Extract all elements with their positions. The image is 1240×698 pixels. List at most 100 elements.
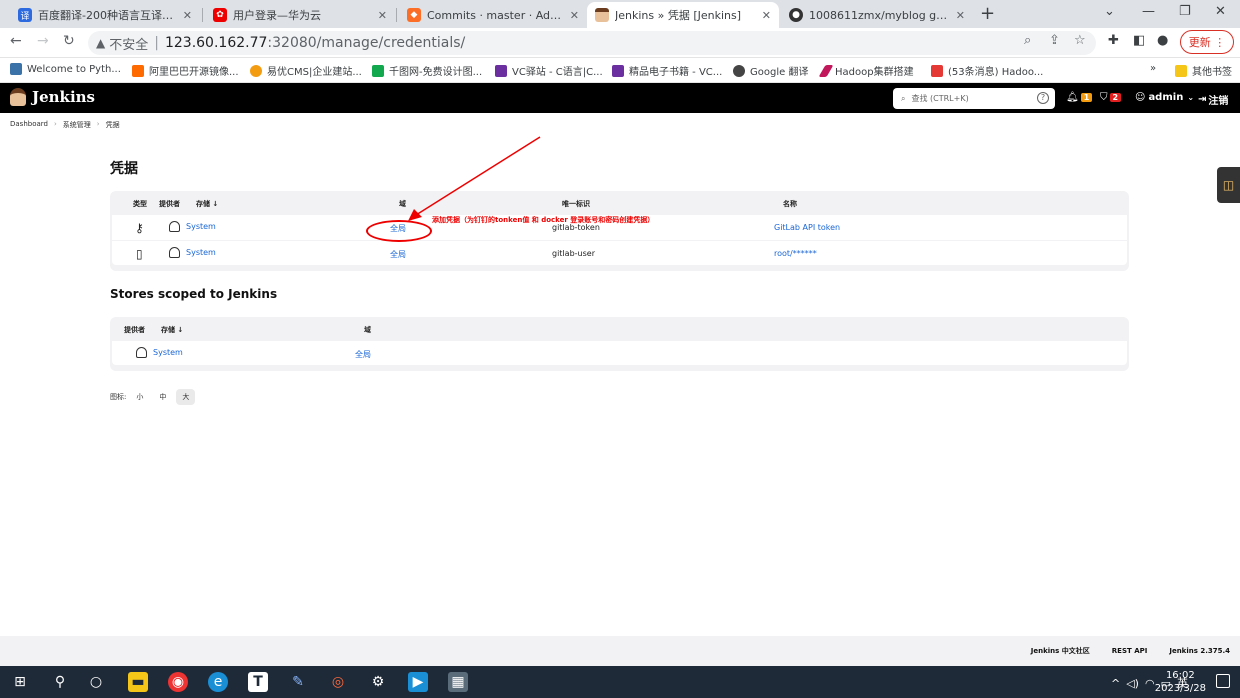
col-store-header[interactable]: 存储 ↓ — [196, 199, 218, 209]
close-tab-icon[interactable]: ✕ — [570, 9, 579, 22]
chevron-up-icon[interactable]: ^ — [1111, 677, 1120, 690]
search-icon[interactable]: ⚲ — [50, 672, 70, 692]
speaker-icon[interactable]: ◁) — [1126, 677, 1139, 690]
close-window-button[interactable]: ✕ — [1215, 4, 1226, 19]
bookmark-item[interactable]: VC驿站 - C语言|C... — [495, 63, 603, 78]
tab-gitlab-commits[interactable]: ◆ Commits · master · Administrat ✕ — [399, 2, 587, 28]
eyoucms-icon — [250, 64, 262, 77]
bookmark-item[interactable]: Welcome to Pyth... — [10, 63, 121, 75]
tab-huawei-cloud[interactable]: ✿ 用户登录—华为云 ✕ — [205, 2, 395, 28]
bookmark-item[interactable]: Hadoop集群搭建 — [818, 63, 914, 78]
file-explorer-icon[interactable]: ▬ — [128, 672, 148, 692]
minimize-button[interactable]: — — [1142, 4, 1155, 19]
clock[interactable]: 16:02 2023/3/28 — [1155, 669, 1206, 695]
table-header: 类型 提供者 存储 ↓ 域 唯一标识 名称 — [110, 191, 1129, 215]
provider-link[interactable]: System — [153, 348, 183, 357]
tab-myblog[interactable]: ● 1008611zmx/myblog general ✕ — [781, 2, 973, 28]
security-button[interactable]: ⛉ 2 — [1100, 92, 1122, 103]
close-tab-icon[interactable]: ✕ — [762, 9, 771, 22]
breadcrumb-credentials[interactable]: 凭据 — [106, 120, 120, 130]
provider-link[interactable]: System — [186, 222, 216, 231]
bookmark-item[interactable]: 精品电子书籍 - VC... — [612, 63, 722, 78]
logout-icon: ⇥ — [1198, 94, 1207, 105]
wifi-icon[interactable]: ◠ — [1145, 677, 1155, 690]
tab-title: 用户登录—华为云 — [233, 9, 321, 22]
warning-triangle-icon: ▲ — [96, 36, 106, 50]
icon-size-large[interactable]: 大 — [176, 389, 196, 405]
tab-jenkins-credentials[interactable]: Jenkins » 凭据 [Jenkins] ✕ — [587, 2, 779, 28]
credential-name-link[interactable]: GitLab API token — [774, 223, 840, 232]
typora-icon[interactable]: T — [248, 672, 268, 692]
provider-link[interactable]: System — [186, 248, 216, 257]
search-box[interactable]: ⌕ 查找 (CTRL+K) ? — [893, 88, 1055, 109]
bookmarks-overflow-icon[interactable]: » — [1150, 63, 1156, 74]
tab-baidu-translate[interactable]: 译 百度翻译-200种语言互译、沟通 ✕ — [10, 2, 200, 28]
notepad-icon[interactable]: ✎ — [288, 672, 308, 692]
tab-title: 百度翻译-200种语言互译、沟通 — [38, 9, 177, 22]
bookmark-label: Google 翻译 — [750, 67, 809, 78]
github-favicon-icon: ● — [789, 8, 803, 22]
close-tab-icon[interactable]: ✕ — [956, 9, 965, 22]
media-player-icon[interactable]: ▶ — [408, 672, 428, 692]
security-label[interactable]: 不安全 — [109, 34, 148, 53]
update-button[interactable]: 更新 ⋮ — [1180, 30, 1234, 54]
extensions-icon[interactable]: ✚ — [1108, 33, 1119, 48]
edge-icon[interactable]: e — [208, 672, 228, 692]
jenkins-footer: Jenkins 中文社区 REST API Jenkins 2.375.4 — [0, 636, 1240, 666]
annotation-ellipse — [366, 220, 432, 242]
other-bookmarks-label: 其他书签 — [1192, 67, 1232, 78]
side-panel-icon[interactable]: ◧ — [1133, 33, 1145, 48]
footer-version-link[interactable]: Jenkins 2.375.4 — [1169, 647, 1230, 655]
search-help-icon[interactable]: ? — [1037, 92, 1049, 104]
bookmark-item[interactable]: 阿里巴巴开源镜像... — [132, 63, 239, 78]
notifications-button[interactable]: 🔔︎ 1 — [1066, 92, 1093, 103]
zoom-icon[interactable]: ⌕ — [1024, 33, 1031, 48]
close-tab-icon[interactable]: ✕ — [378, 9, 387, 22]
jenkins-home-link[interactable]: Jenkins — [10, 88, 95, 106]
bookmark-item[interactable]: (53条消息) Hadoo... — [931, 63, 1043, 78]
share-icon[interactable]: ⇪ — [1049, 33, 1060, 48]
back-button[interactable]: ← — [10, 33, 22, 49]
footer-community-link[interactable]: Jenkins 中文社区 — [1031, 646, 1090, 656]
other-bookmarks[interactable]: 其他书签 — [1175, 63, 1232, 78]
logout-link[interactable]: ⇥ 注销 — [1198, 92, 1228, 107]
notification-center-icon[interactable] — [1216, 674, 1230, 688]
bookmark-label: 易优CMS|企业建站... — [267, 67, 362, 78]
bookmark-item[interactable]: Google 翻译 — [733, 63, 808, 78]
breadcrumb-manage[interactable]: 系统管理 — [63, 120, 91, 130]
bookmark-star-icon[interactable]: ☆ — [1074, 33, 1086, 48]
col-id-header: 唯一标识 — [562, 200, 590, 208]
snail-icon[interactable]: ◎ — [328, 672, 348, 692]
user-menu[interactable]: ☺ admin ⌄ — [1135, 92, 1194, 103]
url-bar[interactable]: ▲ 不安全 | 123.60.162.77 :32080/manage/cred… — [88, 31, 1096, 55]
windows-start-icon[interactable]: ⊞ — [10, 672, 30, 692]
app-window-icon[interactable]: ▦ — [448, 672, 468, 692]
icon-size-small[interactable]: 小 — [130, 389, 149, 405]
tab-search-chevron-icon[interactable]: ⌄ — [1104, 4, 1115, 19]
settings-gear-icon[interactable]: ⚙ — [368, 672, 388, 692]
stores-table: 提供者 存储 ↓ 域 System 全局 — [110, 317, 1129, 371]
table-row: System 全局 — [110, 341, 1129, 367]
domain-link[interactable]: 全局 — [355, 349, 371, 360]
bookmark-item[interactable]: 千图网-免费设计图... — [372, 63, 482, 78]
domain-link[interactable]: 全局 — [390, 249, 406, 260]
cortana-icon[interactable]: ○ — [86, 672, 106, 692]
annotation-arrow — [408, 136, 541, 221]
forward-button[interactable]: → — [37, 33, 49, 49]
chrome-icon[interactable]: ◉ — [168, 672, 188, 692]
icon-size-medium[interactable]: 中 — [153, 389, 172, 405]
col-store-header[interactable]: 存储 ↓ — [161, 325, 183, 335]
restore-button[interactable]: ❐ — [1179, 4, 1191, 19]
profile-avatar-icon[interactable]: ● — [1157, 33, 1168, 48]
cup-icon: ◫ — [1222, 178, 1235, 192]
reload-button[interactable]: ↻ — [63, 33, 75, 49]
new-tab-button[interactable]: + — [980, 3, 995, 24]
stores-section-title: Stores scoped to Jenkins — [110, 287, 278, 301]
breadcrumb-dashboard[interactable]: Dashboard — [10, 120, 48, 130]
credential-name-link[interactable]: root/****** — [774, 249, 817, 258]
side-widget-tab[interactable]: ◫ — [1217, 167, 1240, 203]
footer-rest-api-link[interactable]: REST API — [1112, 647, 1148, 655]
bookmark-item[interactable]: 易优CMS|企业建站... — [250, 63, 362, 78]
close-tab-icon[interactable]: ✕ — [183, 9, 192, 22]
icon-size-selector: 图标: 小 中 大 — [110, 389, 196, 405]
